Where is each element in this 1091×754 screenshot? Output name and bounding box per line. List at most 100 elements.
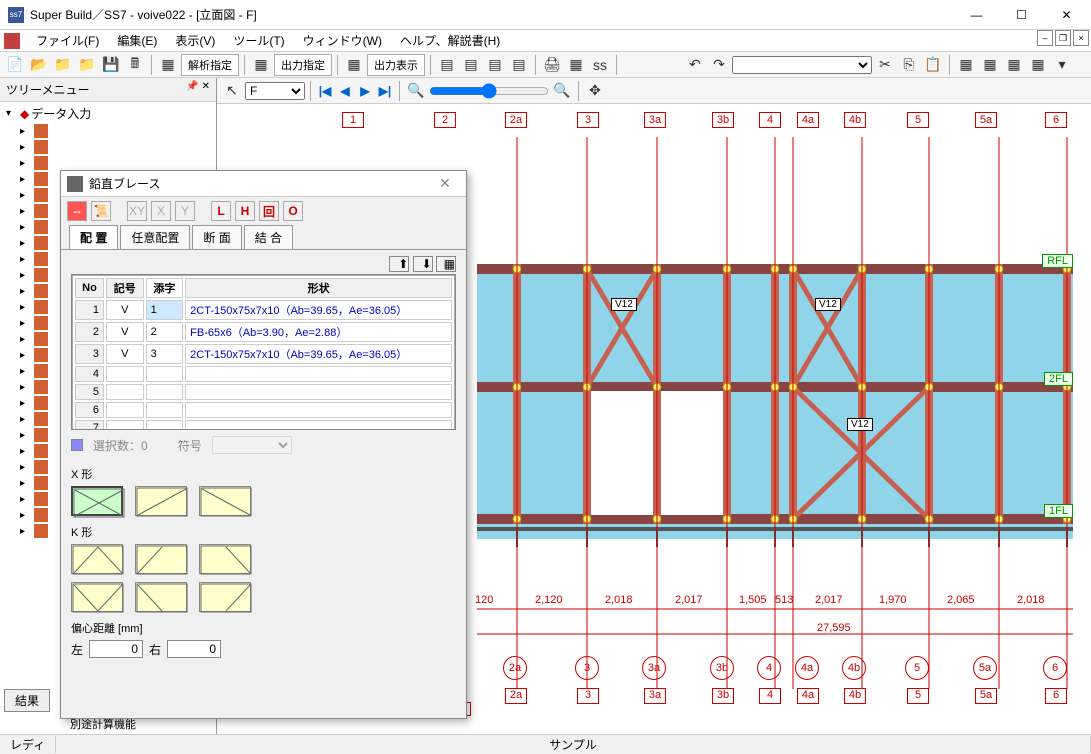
- dlg-tb-x[interactable]: X: [151, 201, 171, 221]
- output1-icon[interactable]: ▦: [250, 54, 272, 76]
- mdi-restore[interactable]: ❐: [1055, 30, 1071, 46]
- grid-icon[interactable]: ▦: [1027, 54, 1049, 76]
- copy-icon[interactable]: ⎘: [898, 54, 920, 76]
- tab-arbitrary[interactable]: 任意配置: [120, 225, 190, 249]
- cursor-icon[interactable]: ↖: [221, 80, 243, 102]
- table-row[interactable]: 2V2FB-65x6（Ab=3.90，Ae=2.88）: [75, 322, 452, 342]
- calc-icon[interactable]: 🖩: [124, 54, 146, 76]
- menu-window[interactable]: ウィンドウ(W): [295, 30, 390, 51]
- menu-edit[interactable]: 編集(E): [109, 30, 165, 51]
- xshape-2[interactable]: [135, 486, 187, 516]
- dialog-titlebar[interactable]: 鉛直ブレース ✕: [61, 171, 466, 197]
- nav-prev[interactable]: ◀: [336, 82, 354, 100]
- tb-d[interactable]: ▤: [508, 54, 530, 76]
- new-icon[interactable]: 📄: [4, 54, 26, 76]
- dimension-text: 513: [775, 594, 793, 606]
- save-icon[interactable]: 💾: [100, 54, 122, 76]
- level-select[interactable]: F: [245, 82, 305, 100]
- table-row[interactable]: 4: [75, 366, 452, 382]
- minimize-button[interactable]: —: [954, 0, 999, 30]
- row-up-icon[interactable]: ⬆: [389, 256, 409, 272]
- kshape-5[interactable]: [135, 582, 187, 612]
- maximize-button[interactable]: ☐: [999, 0, 1044, 30]
- tree-root[interactable]: ▾◆ データ入力: [2, 104, 214, 123]
- tab-combine[interactable]: 結 合: [244, 225, 293, 249]
- menu-drop-icon[interactable]: ▾: [1051, 54, 1073, 76]
- menu-tool[interactable]: ツール(T): [225, 30, 292, 51]
- folder-icon[interactable]: 📁: [52, 54, 74, 76]
- table-row[interactable]: 3V32CT-150x75x7x10（Ab=39.65，Ae=36.05）: [75, 344, 452, 364]
- kshape-2[interactable]: [135, 544, 187, 574]
- xshape-1[interactable]: [71, 486, 123, 516]
- nav-first[interactable]: |◀: [316, 82, 334, 100]
- ss-icon[interactable]: ss: [589, 54, 611, 76]
- dlg-tb-y[interactable]: Y: [175, 201, 195, 221]
- dlg-tb-o[interactable]: O: [283, 201, 303, 221]
- zoom-slider[interactable]: [429, 83, 549, 99]
- tree-item[interactable]: ▸: [2, 123, 214, 139]
- table-row[interactable]: 6: [75, 402, 452, 418]
- nav-last[interactable]: ▶|: [376, 82, 394, 100]
- brace-table[interactable]: No 記号 添字 形状 1V12CT-150x75x7x10（Ab=39.65，…: [72, 275, 455, 430]
- tb-b[interactable]: ▤: [460, 54, 482, 76]
- tb-a[interactable]: ▤: [436, 54, 458, 76]
- dlg-tb-d[interactable]: 回: [259, 201, 279, 221]
- close-button[interactable]: ✕: [1044, 0, 1089, 30]
- mdi-icon[interactable]: [4, 33, 20, 49]
- kshape-4[interactable]: [71, 582, 123, 612]
- table-row[interactable]: 1V12CT-150x75x7x10（Ab=39.65，Ae=36.05）: [75, 300, 452, 320]
- result-tab[interactable]: 結果: [4, 689, 50, 712]
- win2-icon[interactable]: ▦: [979, 54, 1001, 76]
- row-opt-icon[interactable]: ▦: [436, 256, 456, 272]
- mdi-min[interactable]: –: [1037, 30, 1053, 46]
- output-spec-button[interactable]: 出力指定: [274, 54, 332, 76]
- status-bar: レディ サンプル: [0, 734, 1091, 754]
- menu-help[interactable]: ヘルプ、解説書(H): [392, 30, 508, 51]
- zoom-in-icon[interactable]: 🔍: [551, 80, 573, 102]
- analysis1-icon[interactable]: ▦: [157, 54, 179, 76]
- left-input[interactable]: [89, 640, 143, 658]
- dlg-tb-l[interactable]: L: [211, 201, 231, 221]
- right-input[interactable]: [167, 640, 221, 658]
- paste-icon[interactable]: 📋: [922, 54, 944, 76]
- kshape-3[interactable]: [199, 544, 251, 574]
- table-row[interactable]: 7: [75, 420, 452, 430]
- dlg-tb-1[interactable]: ⇔: [67, 201, 87, 221]
- history-select[interactable]: [732, 56, 872, 74]
- mdi-close[interactable]: ×: [1073, 30, 1089, 46]
- tab-placement[interactable]: 配 置: [69, 225, 118, 249]
- dlg-tb-h[interactable]: H: [235, 201, 255, 221]
- print-icon[interactable]: 🖨: [541, 54, 563, 76]
- cut-icon[interactable]: ✂: [874, 54, 896, 76]
- kshape-6[interactable]: [199, 582, 251, 612]
- output-view-button[interactable]: 出力表示: [367, 54, 425, 76]
- win3-icon[interactable]: ▦: [1003, 54, 1025, 76]
- dlg-tb-2[interactable]: 📜: [91, 201, 111, 221]
- tree-item[interactable]: ▸: [2, 155, 214, 171]
- kshape-1[interactable]: [71, 544, 123, 574]
- dialog-close[interactable]: ✕: [430, 175, 460, 192]
- analysis-spec-button[interactable]: 解析指定: [181, 54, 239, 76]
- open-icon[interactable]: 📂: [28, 54, 50, 76]
- menu-file[interactable]: ファイル(F): [28, 30, 107, 51]
- nav-next[interactable]: ▶: [356, 82, 374, 100]
- tab-section[interactable]: 断 面: [192, 225, 241, 249]
- tree-item[interactable]: ▸: [2, 139, 214, 155]
- redo-icon[interactable]: ↷: [708, 54, 730, 76]
- csv-icon[interactable]: ▦: [565, 54, 587, 76]
- dlg-tb-xy[interactable]: XY: [127, 201, 147, 221]
- tb-c[interactable]: ▤: [484, 54, 506, 76]
- zoom-out-icon[interactable]: 🔍: [405, 80, 427, 102]
- dimension-text: 2,017: [675, 594, 703, 606]
- row-down-icon[interactable]: ⬇: [413, 256, 433, 272]
- pin-icon[interactable]: 📌 ✕: [186, 81, 210, 98]
- undo-icon[interactable]: ↶: [684, 54, 706, 76]
- table-row[interactable]: 5: [75, 384, 452, 400]
- output2-icon[interactable]: ▦: [343, 54, 365, 76]
- grid-label: 4b: [844, 112, 866, 128]
- folder2-icon[interactable]: 📁: [76, 54, 98, 76]
- win1-icon[interactable]: ▦: [955, 54, 977, 76]
- pan-icon[interactable]: ✥: [584, 80, 606, 102]
- xshape-3[interactable]: [199, 486, 251, 516]
- menu-view[interactable]: 表示(V): [167, 30, 223, 51]
